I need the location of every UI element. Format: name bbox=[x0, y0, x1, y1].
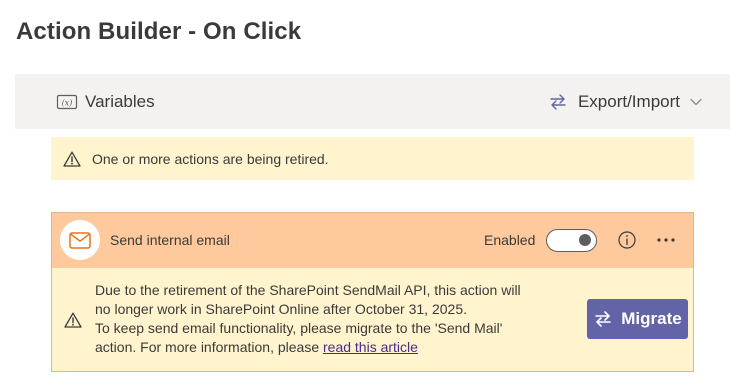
chevron-down-icon bbox=[690, 96, 702, 108]
variables-label: Variables bbox=[85, 91, 155, 111]
warning-icon bbox=[63, 150, 81, 168]
toolbar: (x) Variables Export/Import bbox=[15, 74, 730, 129]
warning-line: Due to the retirement of the SharePoint … bbox=[95, 282, 521, 298]
more-options-icon bbox=[657, 238, 675, 242]
warning-line: To keep send email functionality, please… bbox=[95, 320, 503, 336]
export-import-button[interactable]: Export/Import bbox=[547, 74, 702, 129]
export-import-label: Export/Import bbox=[577, 91, 680, 111]
enabled-toggle[interactable] bbox=[546, 229, 597, 252]
action-title: Send internal email bbox=[110, 232, 230, 248]
enabled-label: Enabled bbox=[484, 232, 536, 248]
warning-line: action. For more information, please rea… bbox=[95, 338, 585, 357]
action-card: Send internal email Enabled Due to the r… bbox=[51, 212, 694, 372]
mail-icon bbox=[60, 220, 100, 260]
action-card-header: Send internal email Enabled bbox=[52, 213, 693, 268]
more-options-button[interactable] bbox=[654, 230, 678, 250]
read-article-link[interactable]: read this article bbox=[323, 339, 418, 355]
info-button[interactable] bbox=[617, 230, 637, 250]
info-icon bbox=[618, 231, 636, 249]
warning-line-prefix: action. For more information, please bbox=[95, 339, 323, 355]
variable-icon: (x) bbox=[55, 90, 79, 114]
page-title: Action Builder - On Click bbox=[16, 18, 302, 45]
variables-button[interactable]: (x) Variables bbox=[55, 74, 155, 129]
migrate-button[interactable]: Migrate bbox=[587, 299, 688, 339]
warning-icon bbox=[64, 311, 82, 329]
migrate-label: Migrate bbox=[621, 309, 682, 328]
action-warning-panel: Due to the retirement of the SharePoint … bbox=[52, 268, 693, 371]
svg-text:(x): (x) bbox=[62, 98, 73, 107]
toggle-knob bbox=[579, 234, 591, 246]
swap-arrows-icon bbox=[547, 91, 569, 113]
action-warning-text: Due to the retirement of the SharePoint … bbox=[95, 281, 585, 357]
swap-arrows-icon bbox=[593, 309, 613, 329]
warning-line: no longer work in SharePoint Online afte… bbox=[95, 301, 467, 317]
retirement-banner-text: One or more actions are being retired. bbox=[92, 150, 329, 167]
retirement-banner: One or more actions are being retired. bbox=[51, 137, 694, 180]
